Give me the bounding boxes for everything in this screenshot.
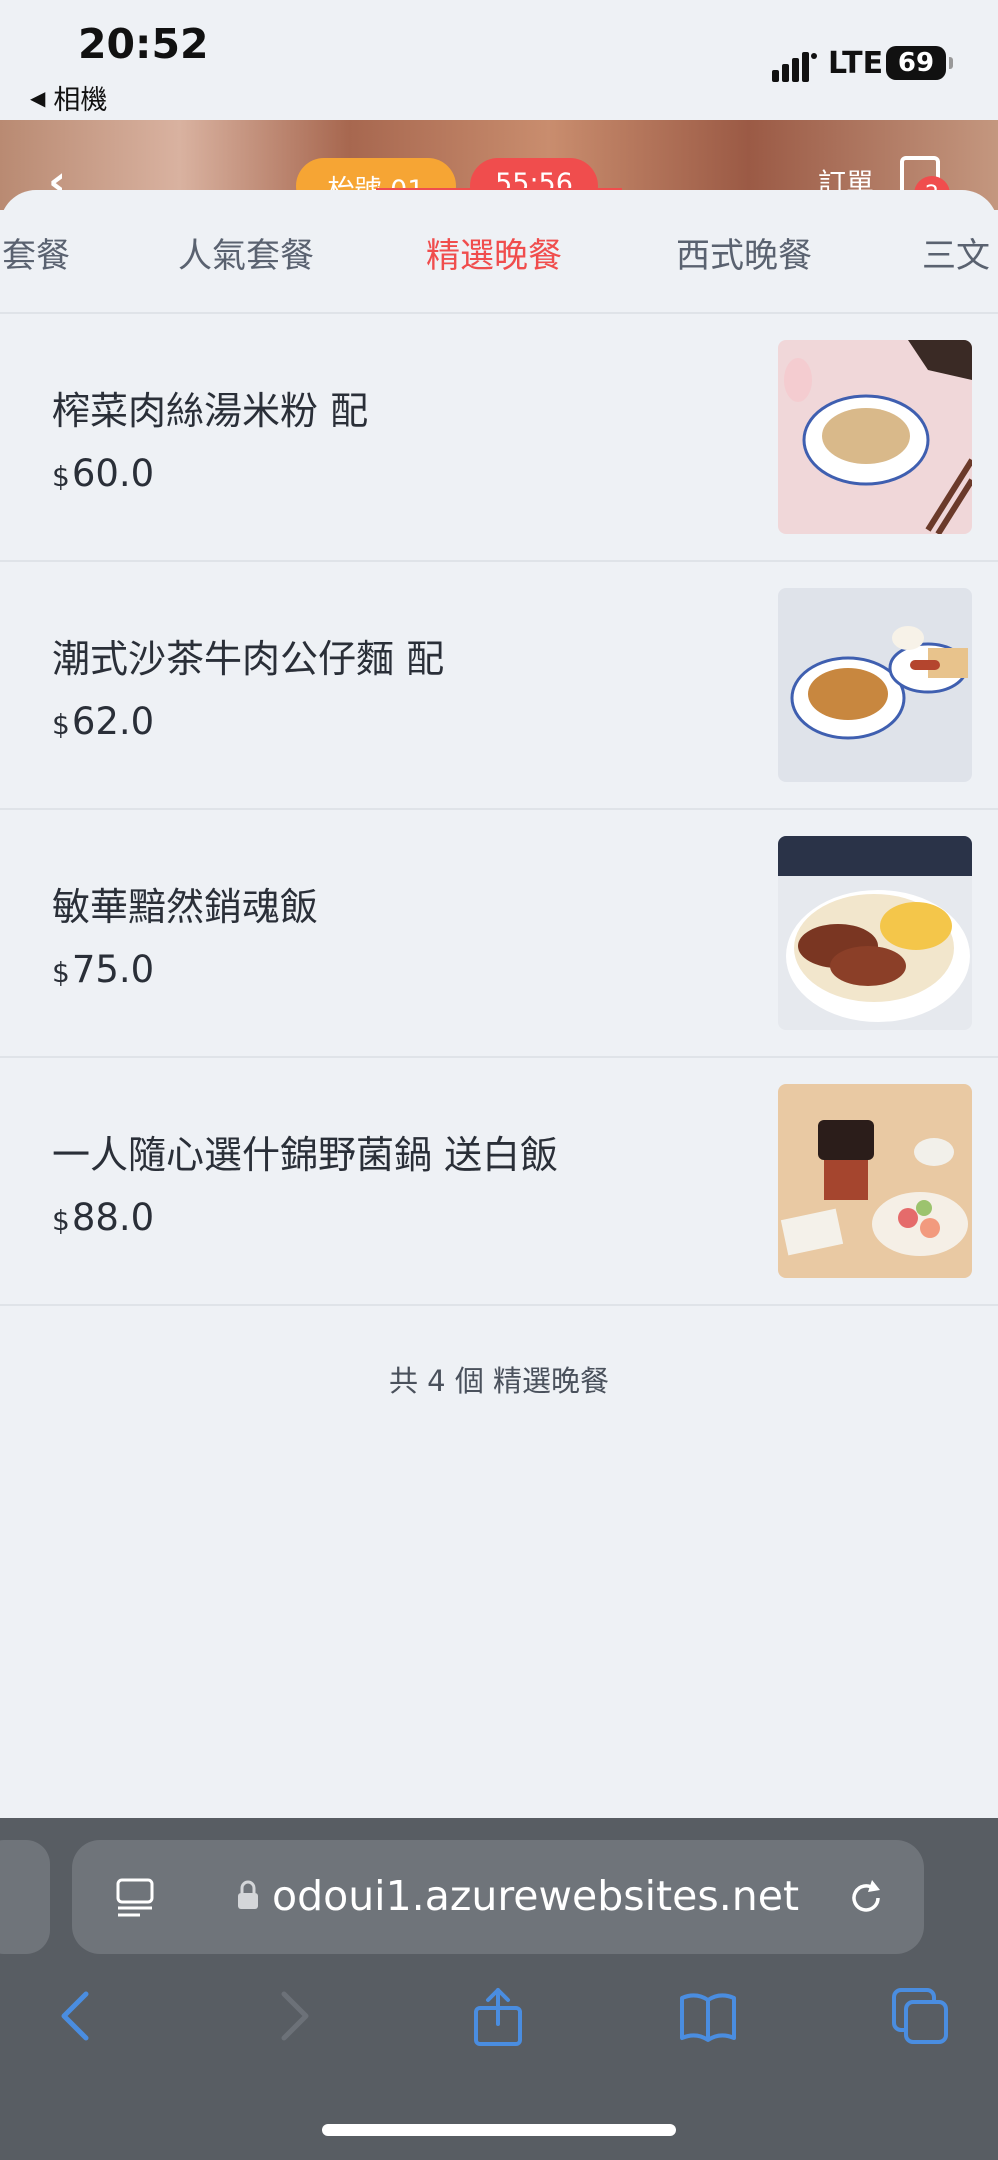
battery-icon: 69 [886, 46, 953, 80]
currency-symbol: $ [52, 708, 70, 741]
currency-symbol: $ [52, 1204, 70, 1237]
browser-toolbar: odoui1.azurewebsites.net [0, 1818, 998, 2160]
reload-icon[interactable] [844, 1876, 888, 1920]
tab-western-dinner[interactable]: 西式晚餐 [676, 228, 812, 277]
back-app-label: 相機 [53, 85, 108, 116]
share-icon[interactable] [468, 1986, 528, 2046]
back-arrow-icon[interactable] [48, 1986, 108, 2046]
item-name: 潮式沙茶牛肉公仔麵 配 [52, 637, 445, 681]
status-time: 20:52 [78, 20, 209, 68]
price-value: 62.0 [71, 700, 155, 743]
currency-symbol: $ [52, 956, 70, 989]
price-value: 75.0 [71, 948, 155, 991]
item-photo [778, 836, 972, 1030]
tab-popular-set[interactable]: 人氣套餐 [178, 228, 314, 277]
url-text: odoui1.azurewebsites.net [272, 1872, 800, 1920]
category-tabs: 套餐 人氣套餐 精選晚餐 西式晚餐 三文 [0, 190, 998, 314]
item-photo [778, 588, 972, 782]
signal-icon [772, 52, 817, 82]
menu-item[interactable]: 榨菜肉絲湯米粉 配 $60.0 [0, 314, 998, 562]
item-count-label: 共 4 個 精選晚餐 [388, 1364, 610, 1398]
item-name: 一人隨心選什錦野菌鍋 送白飯 [52, 1133, 559, 1177]
menu-item[interactable]: 一人隨心選什錦野菌鍋 送白飯 $88.0 [0, 1058, 998, 1306]
tabs-icon[interactable] [890, 1986, 950, 2046]
item-photo [778, 1084, 972, 1278]
bookmarks-icon[interactable] [678, 1986, 738, 2046]
reader-mode-icon[interactable] [114, 1876, 158, 1920]
item-photo [778, 340, 972, 534]
network-label: LTE [828, 46, 884, 81]
currency-symbol: $ [52, 460, 70, 493]
menu-item[interactable]: 潮式沙茶牛肉公仔麵 配 $62.0 [0, 562, 998, 810]
status-bar: 20:52 ◀ 相機 LTE 69 [0, 0, 998, 120]
price-value: 60.0 [71, 452, 155, 495]
tab-set-meal[interactable]: 套餐 [2, 228, 70, 277]
price-value: 88.0 [71, 1196, 155, 1239]
menu-sheet: 套餐 人氣套餐 精選晚餐 西式晚餐 三文 榨菜肉絲湯米粉 配 $60.0 潮式沙… [0, 190, 998, 1818]
item-price: $60.0 [52, 452, 154, 495]
battery-level: 69 [897, 48, 935, 78]
item-price: $75.0 [52, 948, 154, 991]
lock-icon [238, 1880, 258, 1909]
forward-arrow-icon[interactable] [262, 1986, 322, 2046]
item-price: $88.0 [52, 1196, 154, 1239]
item-price: $62.0 [52, 700, 154, 743]
home-indicator [322, 2124, 676, 2136]
back-triangle-icon: ◀ [30, 85, 46, 110]
menu-item[interactable]: 敏華黯然銷魂飯 $75.0 [0, 810, 998, 1058]
previous-tab-preview[interactable] [0, 1840, 50, 1954]
tab-salmon[interactable]: 三文 [922, 228, 990, 277]
tab-featured-dinner[interactable]: 精選晚餐 [426, 228, 562, 277]
address-bar[interactable]: odoui1.azurewebsites.net [72, 1840, 924, 1954]
back-to-app-link[interactable]: ◀ 相機 [30, 78, 107, 117]
item-name: 榨菜肉絲湯米粉 配 [52, 389, 369, 433]
item-name: 敏華黯然銷魂飯 [52, 885, 319, 929]
